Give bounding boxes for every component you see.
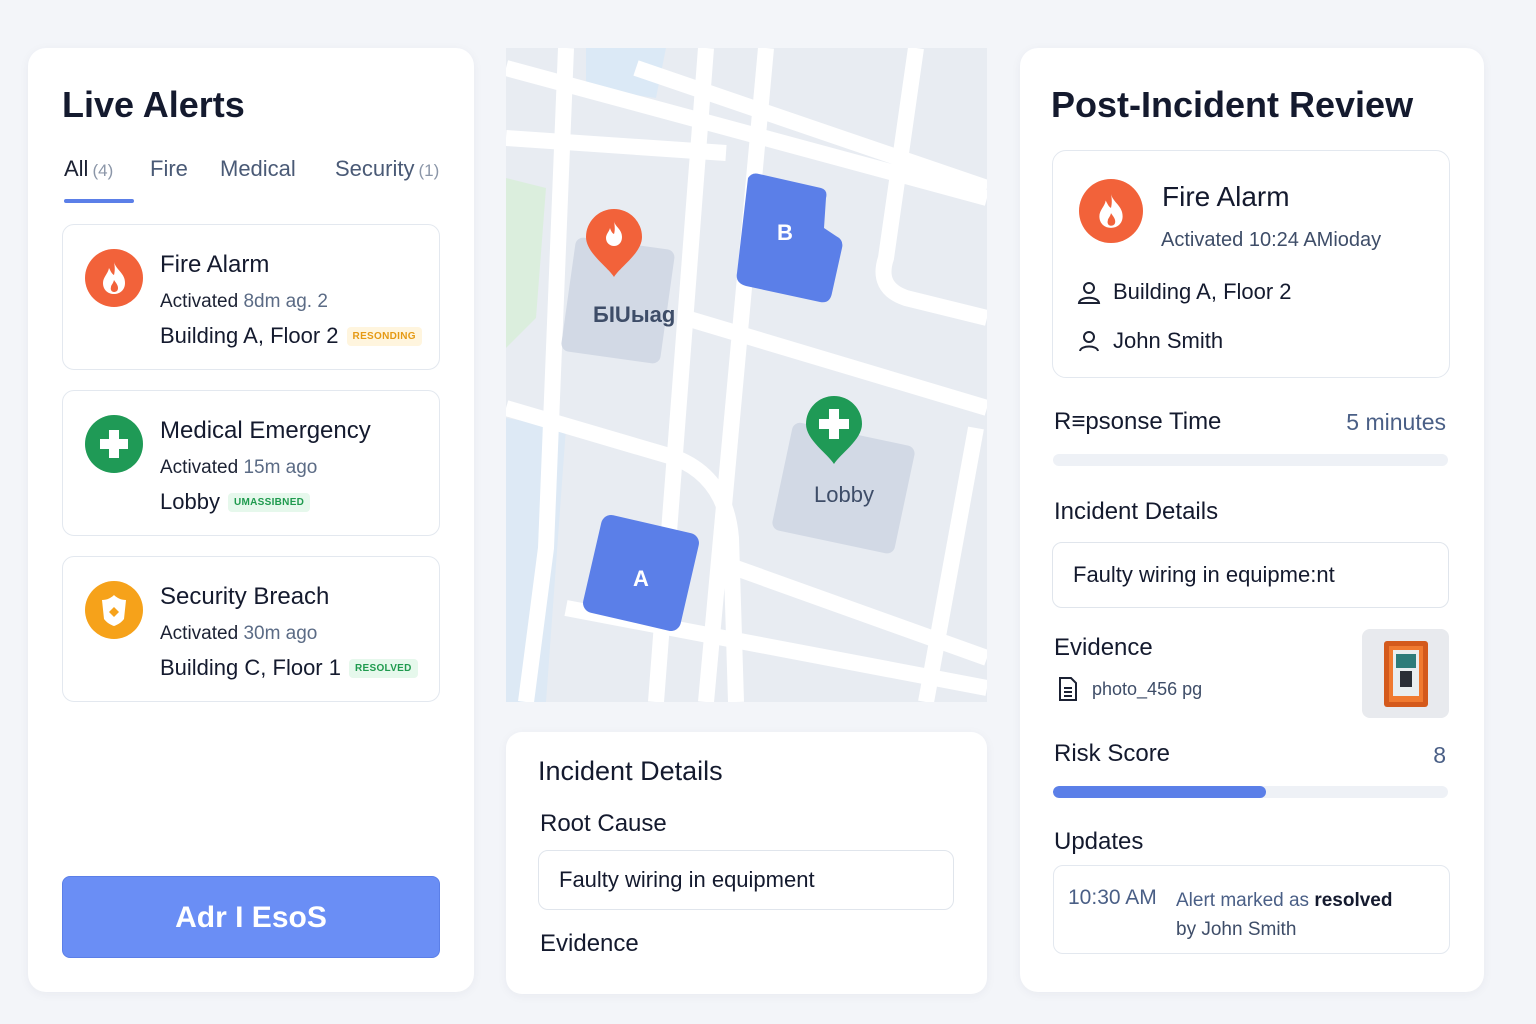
evidence-label: Evidence bbox=[1054, 634, 1153, 661]
alert-activated: Activated 15m ago bbox=[160, 457, 318, 478]
incident-map[interactable]: БIUыag B Lobby A bbox=[506, 48, 987, 702]
tab-medical[interactable]: Medical bbox=[220, 156, 296, 182]
response-time-label: R≡psonse Time bbox=[1054, 408, 1222, 435]
alert-title: Medical Emergency bbox=[160, 417, 371, 444]
root-cause-field[interactable]: Faulty wiring in equipment bbox=[538, 850, 954, 910]
medical-map-marker[interactable] bbox=[804, 394, 864, 464]
incident-summary-card: Fire Alarm Activated 10:24 AMioday Build… bbox=[1052, 150, 1450, 378]
alert-location: Lobby UMASSIBNED bbox=[160, 489, 311, 515]
map-label-a: A bbox=[633, 566, 649, 591]
summary-person-row: John Smith bbox=[1077, 328, 1223, 354]
incident-details-label: Incident Details bbox=[1054, 498, 1219, 525]
review-title: Post-Incident Review bbox=[1051, 84, 1414, 125]
status-badge: RESOLVED bbox=[348, 658, 418, 678]
alert-activated: Activated 30m ago bbox=[160, 623, 318, 644]
alert-location: Building A, Floor 2 RESONDING bbox=[160, 323, 422, 349]
alert-activated: Activated 8dm ag. 2 bbox=[160, 291, 328, 312]
flame-icon bbox=[1079, 179, 1143, 243]
user-icon bbox=[1077, 282, 1101, 304]
alert-location: Building C, Floor 1 RESOLVED bbox=[160, 655, 418, 681]
tab-fire[interactable]: Fire bbox=[150, 156, 188, 182]
response-time-value: 5 minutes bbox=[1346, 409, 1446, 435]
summary-activated: Activated 10:24 AMioday bbox=[1161, 229, 1382, 251]
live-alerts-title: Live Alerts bbox=[62, 84, 245, 125]
summary-location-row: Building A, Floor 2 bbox=[1077, 279, 1292, 305]
alert-title: Security Breach bbox=[160, 583, 330, 610]
root-cause-label: Root Cause bbox=[540, 810, 667, 837]
updates-label: Updates bbox=[1054, 828, 1144, 855]
status-badge: UMASSIBNED bbox=[227, 492, 311, 512]
incident-details-field[interactable]: Faulty wiring in equipme:nt bbox=[1052, 542, 1449, 608]
primary-action-button[interactable]: Adr I EsoS bbox=[62, 876, 440, 958]
risk-score-value: 8 bbox=[1433, 742, 1446, 768]
update-time: 10:30 AM bbox=[1068, 886, 1157, 909]
evidence-label: Evidence bbox=[540, 930, 639, 957]
medical-cross-icon bbox=[85, 415, 143, 473]
evidence-thumbnail[interactable] bbox=[1362, 629, 1449, 718]
tab-security[interactable]: Security (1) bbox=[335, 156, 439, 182]
alert-card-fire[interactable]: Fire Alarm Activated 8dm ag. 2 Building … bbox=[62, 224, 440, 370]
update-text: Alert marked as resolved by John Smith bbox=[1176, 890, 1393, 940]
alert-tabs: All (4) Fire Medical Security (1) bbox=[64, 156, 464, 206]
post-incident-review-panel: Post-Incident Review Fire Alarm Activate… bbox=[1020, 48, 1484, 992]
map-label-b: B bbox=[777, 220, 793, 245]
risk-score-label: Risk Score bbox=[1054, 740, 1171, 767]
alert-card-medical[interactable]: Medical Emergency Activated 15m ago Lobb… bbox=[62, 390, 440, 536]
document-icon bbox=[1059, 677, 1077, 701]
incident-details-panel: Incident Details Root Cause Faulty wirin… bbox=[506, 732, 987, 994]
active-tab-indicator bbox=[64, 199, 134, 203]
fire-map-marker[interactable] bbox=[584, 207, 644, 277]
map-streets bbox=[506, 48, 987, 702]
map-label-building: БIUыag bbox=[593, 302, 676, 327]
alert-title: Fire Alarm bbox=[160, 251, 270, 278]
evidence-file-link[interactable]: photo_456 pg bbox=[1058, 676, 1202, 702]
incident-details-title: Incident Details bbox=[538, 756, 723, 786]
response-time-bar bbox=[1053, 454, 1448, 466]
alert-card-security[interactable]: Security Breach Activated 30m ago Buildi… bbox=[62, 556, 440, 702]
summary-alert-title: Fire Alarm bbox=[1162, 181, 1290, 212]
live-alerts-panel: Live Alerts All (4) Fire Medical Security… bbox=[28, 48, 474, 992]
tab-all[interactable]: All (4) bbox=[64, 156, 113, 182]
risk-score-bar bbox=[1053, 786, 1448, 798]
flame-icon bbox=[85, 249, 143, 307]
update-entry: 10:30 AM Alert marked as resolved by Joh… bbox=[1053, 865, 1450, 954]
map-label-lobby: Lobby bbox=[814, 482, 874, 507]
status-badge: RESONDING bbox=[346, 326, 422, 346]
risk-score-fill bbox=[1053, 786, 1267, 798]
shield-icon bbox=[85, 581, 143, 639]
user-icon bbox=[1079, 331, 1099, 352]
